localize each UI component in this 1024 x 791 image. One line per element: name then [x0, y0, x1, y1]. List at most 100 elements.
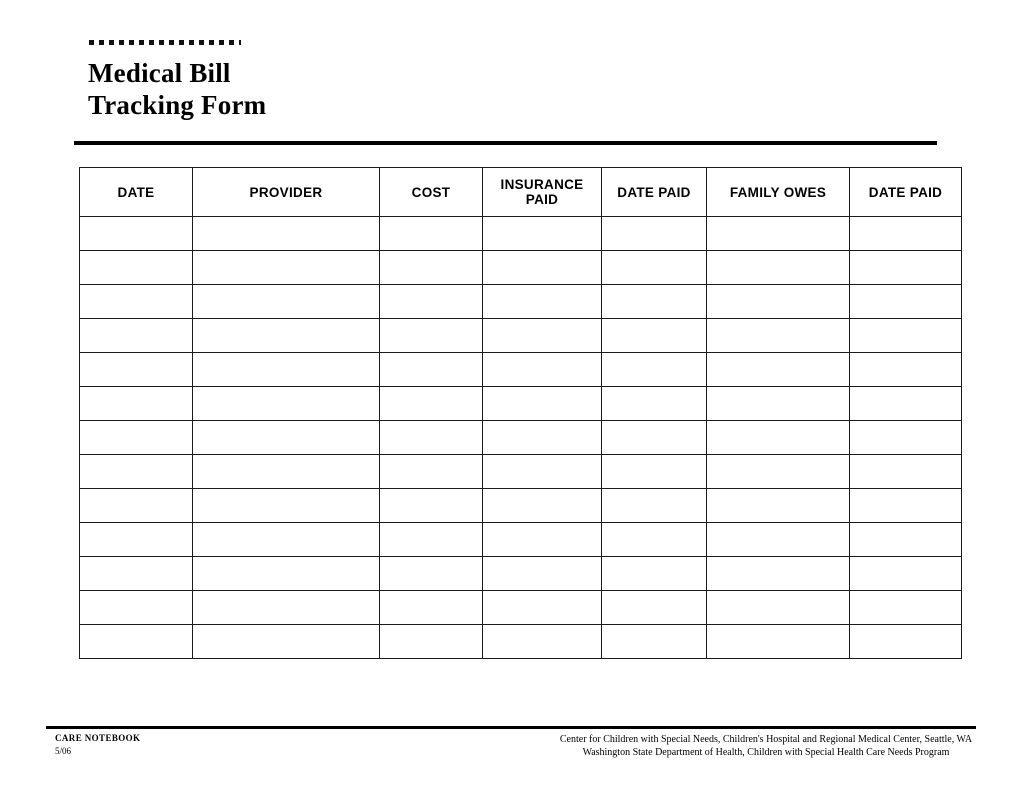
cell-date_paid_insurance[interactable] — [601, 624, 707, 659]
cell-cost[interactable] — [379, 488, 483, 523]
cell-provider[interactable] — [192, 216, 380, 251]
cell-family_owes[interactable] — [706, 386, 850, 421]
cell-insurance_paid[interactable] — [482, 488, 602, 523]
cell-date[interactable] — [79, 590, 193, 625]
cell-provider[interactable] — [192, 556, 380, 591]
cell-date_paid_insurance[interactable] — [601, 250, 707, 285]
cell-family_owes[interactable] — [706, 624, 850, 659]
table-row — [79, 352, 962, 387]
cell-insurance_paid[interactable] — [482, 420, 602, 455]
cell-date_paid_family[interactable] — [849, 216, 962, 251]
cell-family_owes[interactable] — [706, 284, 850, 319]
cell-date_paid_family[interactable] — [849, 590, 962, 625]
cell-cost[interactable] — [379, 386, 483, 421]
cell-date_paid_family[interactable] — [849, 556, 962, 591]
cell-date[interactable] — [79, 522, 193, 557]
cell-date[interactable] — [79, 488, 193, 523]
cell-insurance_paid[interactable] — [482, 522, 602, 557]
cell-insurance_paid[interactable] — [482, 590, 602, 625]
cell-cost[interactable] — [379, 556, 483, 591]
cell-date_paid_family[interactable] — [849, 318, 962, 353]
cell-date_paid_family[interactable] — [849, 454, 962, 489]
cell-date_paid_insurance[interactable] — [601, 420, 707, 455]
cell-family_owes[interactable] — [706, 590, 850, 625]
table-body — [79, 216, 962, 659]
medical-bill-tracking-table: DATE PROVIDER COST INSURANCE PAID DATE P… — [79, 167, 962, 659]
cell-provider[interactable] — [192, 522, 380, 557]
cell-date[interactable] — [79, 318, 193, 353]
table-row — [79, 420, 962, 455]
cell-date[interactable] — [79, 386, 193, 421]
cell-cost[interactable] — [379, 590, 483, 625]
cell-date[interactable] — [79, 352, 193, 387]
cell-insurance_paid[interactable] — [482, 250, 602, 285]
cell-date_paid_family[interactable] — [849, 420, 962, 455]
cell-cost[interactable] — [379, 522, 483, 557]
cell-date_paid_insurance[interactable] — [601, 522, 707, 557]
footer-brand-label: CARE NOTEBOOK — [55, 733, 141, 743]
cell-date_paid_family[interactable] — [849, 386, 962, 421]
cell-family_owes[interactable] — [706, 522, 850, 557]
cell-date_paid_family[interactable] — [849, 250, 962, 285]
cell-family_owes[interactable] — [706, 420, 850, 455]
cell-cost[interactable] — [379, 454, 483, 489]
cell-provider[interactable] — [192, 386, 380, 421]
cell-date_paid_insurance[interactable] — [601, 454, 707, 489]
cell-cost[interactable] — [379, 216, 483, 251]
cell-date_paid_family[interactable] — [849, 522, 962, 557]
cell-date_paid_insurance[interactable] — [601, 590, 707, 625]
footer-credit-block: Center for Children with Special Needs, … — [556, 733, 976, 759]
cell-insurance_paid[interactable] — [482, 216, 602, 251]
cell-insurance_paid[interactable] — [482, 284, 602, 319]
cell-cost[interactable] — [379, 318, 483, 353]
cell-date_paid_insurance[interactable] — [601, 488, 707, 523]
cell-date[interactable] — [79, 284, 193, 319]
cell-family_owes[interactable] — [706, 216, 850, 251]
cell-date_paid_family[interactable] — [849, 352, 962, 387]
cell-family_owes[interactable] — [706, 250, 850, 285]
cell-cost[interactable] — [379, 624, 483, 659]
cell-date_paid_insurance[interactable] — [601, 284, 707, 319]
cell-provider[interactable] — [192, 488, 380, 523]
cell-provider[interactable] — [192, 318, 380, 353]
table-row — [79, 488, 962, 523]
cell-date_paid_insurance[interactable] — [601, 556, 707, 591]
cell-cost[interactable] — [379, 420, 483, 455]
cell-family_owes[interactable] — [706, 556, 850, 591]
cell-date[interactable] — [79, 454, 193, 489]
cell-family_owes[interactable] — [706, 488, 850, 523]
cell-provider[interactable] — [192, 420, 380, 455]
cell-provider[interactable] — [192, 284, 380, 319]
cell-family_owes[interactable] — [706, 352, 850, 387]
cell-date_paid_family[interactable] — [849, 488, 962, 523]
cell-date_paid_insurance[interactable] — [601, 318, 707, 353]
table-header-row: DATE PROVIDER COST INSURANCE PAID DATE P… — [79, 167, 962, 217]
cell-provider[interactable] — [192, 352, 380, 387]
cell-date_paid_family[interactable] — [849, 284, 962, 319]
cell-insurance_paid[interactable] — [482, 386, 602, 421]
cell-cost[interactable] — [379, 250, 483, 285]
cell-date[interactable] — [79, 624, 193, 659]
cell-family_owes[interactable] — [706, 318, 850, 353]
cell-provider[interactable] — [192, 624, 380, 659]
cell-date[interactable] — [79, 556, 193, 591]
cell-date_paid_insurance[interactable] — [601, 216, 707, 251]
cell-insurance_paid[interactable] — [482, 352, 602, 387]
cell-insurance_paid[interactable] — [482, 454, 602, 489]
cell-date_paid_insurance[interactable] — [601, 386, 707, 421]
cell-insurance_paid[interactable] — [482, 318, 602, 353]
cell-date[interactable] — [79, 250, 193, 285]
cell-insurance_paid[interactable] — [482, 556, 602, 591]
cell-date[interactable] — [79, 420, 193, 455]
cell-cost[interactable] — [379, 284, 483, 319]
cell-provider[interactable] — [192, 454, 380, 489]
cell-date_paid_insurance[interactable] — [601, 352, 707, 387]
cell-insurance_paid[interactable] — [482, 624, 602, 659]
cell-date_paid_family[interactable] — [849, 624, 962, 659]
cell-date[interactable] — [79, 216, 193, 251]
cell-family_owes[interactable] — [706, 454, 850, 489]
cell-cost[interactable] — [379, 352, 483, 387]
cell-provider[interactable] — [192, 250, 380, 285]
dotted-rule-decoration — [89, 40, 241, 45]
cell-provider[interactable] — [192, 590, 380, 625]
